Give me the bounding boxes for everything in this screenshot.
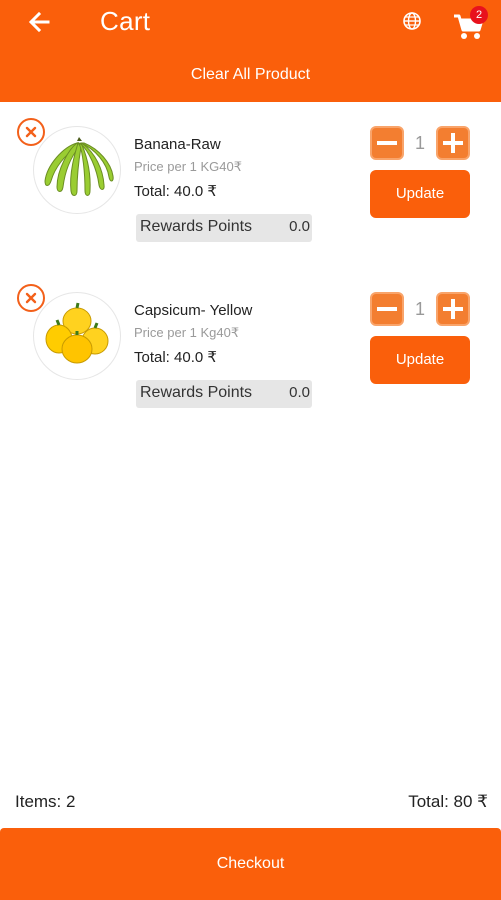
rewards-points: Rewards Points 0.0	[136, 380, 312, 408]
increment-button[interactable]	[436, 292, 470, 326]
clear-all-button[interactable]: Clear All Product	[0, 66, 501, 84]
update-button[interactable]: Update	[370, 170, 470, 218]
close-icon	[25, 126, 37, 138]
product-image-capsicum	[33, 292, 121, 380]
remove-item-button[interactable]	[17, 284, 45, 312]
product-name: Capsicum- Yellow	[134, 302, 253, 319]
rewards-value: 0.0	[289, 218, 310, 235]
quantity-value: 1	[414, 133, 425, 153]
quantity-value: 1	[414, 299, 425, 319]
product-total: Total: 40.0 ₹	[134, 183, 217, 200]
cart-total: Total: 80 ₹	[408, 792, 488, 811]
product-image-banana	[33, 126, 121, 214]
rewards-label: Rewards Points	[140, 218, 253, 235]
update-button[interactable]: Update	[370, 336, 470, 384]
product-total: Total: 40.0 ₹	[134, 349, 217, 366]
page-title: Cart	[100, 6, 151, 36]
plus-icon-vertical	[451, 299, 455, 319]
rewards-label: Rewards Points	[140, 384, 253, 401]
checkout-button[interactable]: Checkout	[0, 828, 501, 900]
cart-item: Capsicum- Yellow Price per 1 Kg40₹ Total…	[0, 282, 501, 422]
cart-item: Banana-Raw Price per 1 KG40₹ Total: 40.0…	[0, 116, 501, 256]
rewards-value: 0.0	[289, 384, 310, 401]
decrement-button[interactable]	[370, 126, 404, 160]
cart-count-badge: 2	[470, 6, 488, 24]
minus-icon	[377, 141, 397, 145]
plus-icon-vertical	[451, 133, 455, 153]
product-price: Price per 1 Kg40₹	[134, 325, 240, 340]
globe-icon[interactable]	[402, 11, 422, 31]
product-name: Banana-Raw	[134, 136, 221, 153]
close-icon	[25, 292, 37, 304]
back-arrow-icon[interactable]	[24, 6, 56, 38]
remove-item-button[interactable]	[17, 118, 45, 146]
decrement-button[interactable]	[370, 292, 404, 326]
increment-button[interactable]	[436, 126, 470, 160]
rewards-points: Rewards Points 0.0	[136, 214, 312, 242]
product-price: Price per 1 KG40₹	[134, 159, 242, 174]
minus-icon	[377, 307, 397, 311]
items-count: Items: 2	[15, 792, 76, 811]
app-bar: Cart 2 Clear All Product	[0, 0, 501, 102]
